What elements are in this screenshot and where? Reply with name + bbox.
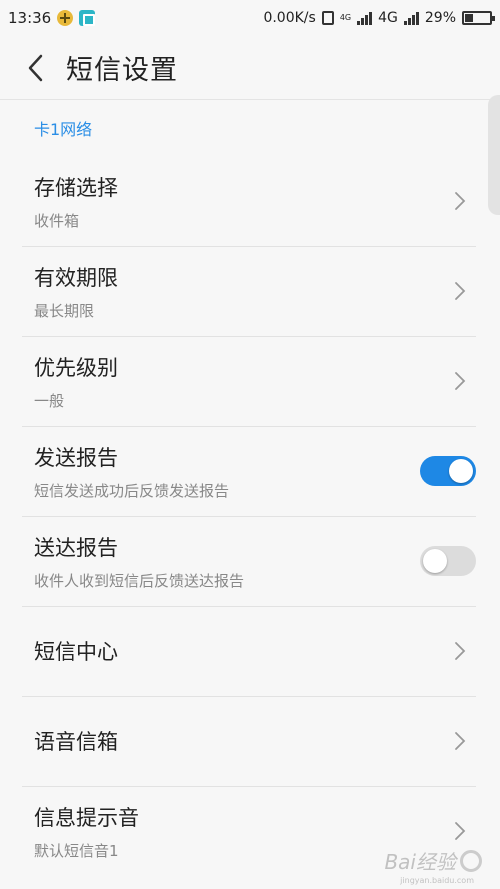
row-label: 信息提示音: [34, 805, 139, 830]
watermark-sub: jingyan.baidu.com: [400, 876, 474, 885]
settings-list: 卡1网络 存储选择 收件箱 有效期限 最长期限 优先级别 一般 发送报告 短信发…: [0, 100, 500, 876]
watermark: Bai经验 jingyan.baidu.com: [384, 846, 482, 885]
battery-icon: [462, 11, 495, 25]
row-description: 短信发送成功后反馈发送报告: [34, 481, 230, 500]
chevron-right-icon: [455, 372, 466, 390]
chevron-right-icon: [455, 192, 466, 210]
clock: 13:36: [8, 9, 52, 27]
paw-logo-icon: [460, 849, 482, 872]
scroll-handle[interactable]: [488, 95, 500, 215]
status-left: 13:36: [8, 9, 96, 27]
send-report-toggle[interactable]: [420, 456, 476, 486]
row-label: 语音信箱: [34, 730, 118, 754]
status-right: 0.00K/s 4G 4G 29%: [263, 10, 495, 26]
voicemail-row[interactable]: 语音信箱: [0, 696, 500, 786]
row-label: 送达报告: [34, 535, 118, 560]
receipt-report-row: 送达报告 收件人收到短信后反馈送达报告: [0, 516, 500, 606]
net-speed: 0.00K/s: [263, 10, 316, 26]
battery-percent: 29%: [424, 10, 456, 26]
page-title: 短信设置: [66, 55, 178, 86]
priority-row[interactable]: 优先级别 一般: [0, 336, 500, 426]
plus-coin-icon: [57, 10, 74, 26]
chevron-right-icon: [455, 642, 466, 660]
header: 短信设置: [0, 36, 500, 100]
row-label: 短信中心: [34, 640, 118, 664]
row-label: 发送报告: [34, 445, 118, 470]
network-type: 4G: [378, 10, 398, 26]
storage-select-row[interactable]: 存储选择 收件箱: [0, 156, 500, 246]
status-bar: 13:36 0.00K/s 4G 4G 29%: [0, 0, 500, 36]
signal-icon-1: [357, 11, 373, 25]
scan-icon: [79, 10, 96, 26]
row-value: 最长期限: [34, 301, 95, 320]
row-label: 存储选择: [34, 175, 118, 200]
toggle-knob: [449, 459, 473, 483]
signal-icon-2: [403, 11, 419, 25]
chevron-right-icon: [455, 732, 466, 750]
watermark-text: Bai经验: [384, 850, 456, 874]
battery-fill: [465, 14, 473, 22]
row-value: 一般: [34, 391, 65, 410]
chevron-right-icon: [455, 822, 466, 840]
chevron-right-icon: [455, 282, 466, 300]
row-value: 收件箱: [34, 211, 80, 230]
section-header: 卡1网络: [34, 120, 93, 139]
row-label: 有效期限: [34, 265, 118, 290]
network-tag-text: 4G: [339, 13, 352, 22]
toggle-knob: [423, 549, 447, 573]
network-tag: 4G: [340, 14, 351, 22]
validity-period-row[interactable]: 有效期限 最长期限: [0, 246, 500, 336]
delivery-report-toggle[interactable]: [420, 546, 476, 576]
back-button[interactable]: [14, 46, 58, 90]
back-arrow-icon: [28, 54, 43, 81]
row-label: 优先级别: [34, 355, 118, 380]
sms-center-row[interactable]: 短信中心: [0, 606, 500, 696]
row-description: 收件人收到短信后反馈送达报告: [34, 571, 245, 590]
delivery-report-row: 发送报告 短信发送成功后反馈发送报告: [0, 426, 500, 516]
vibrate-icon: [321, 11, 334, 25]
